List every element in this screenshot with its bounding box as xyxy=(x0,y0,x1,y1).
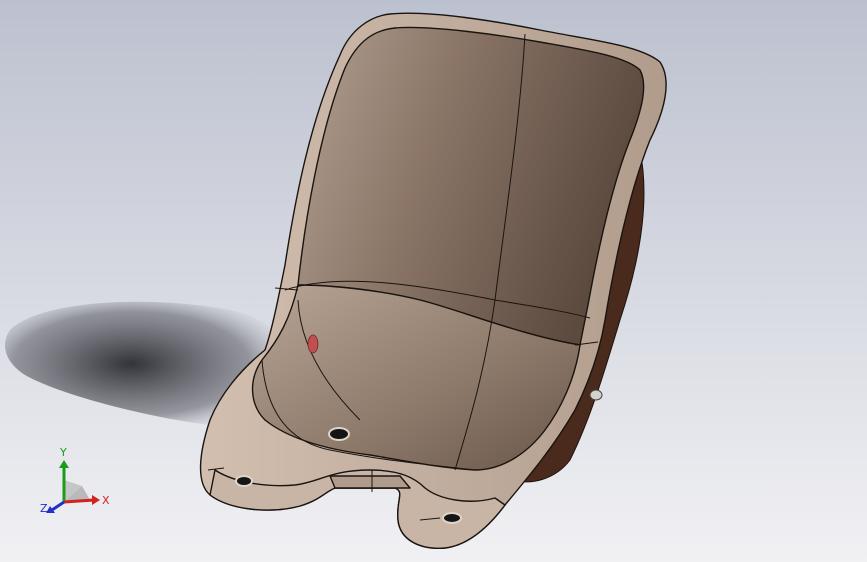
mounting-hole-front-left xyxy=(235,475,253,487)
x-axis-line xyxy=(63,498,95,504)
x-axis-label: X xyxy=(102,494,110,507)
mounting-hole-front-right xyxy=(442,512,462,524)
mounting-hole-seat-center xyxy=(328,427,350,441)
z-axis-label: Z xyxy=(40,502,48,515)
z-axis-line xyxy=(51,500,65,512)
y-axis-label: Y xyxy=(59,446,67,459)
y-axis-arrow-icon xyxy=(59,460,69,468)
side-marker xyxy=(307,334,319,354)
x-axis-arrow-icon xyxy=(92,495,100,505)
reference-triad[interactable]: Y X Z xyxy=(30,440,120,530)
side-bolt xyxy=(589,389,603,401)
graphics-viewport[interactable]: Y X Z xyxy=(0,0,867,562)
cutout-shelf xyxy=(329,475,411,489)
model-scene[interactable] xyxy=(0,0,867,562)
